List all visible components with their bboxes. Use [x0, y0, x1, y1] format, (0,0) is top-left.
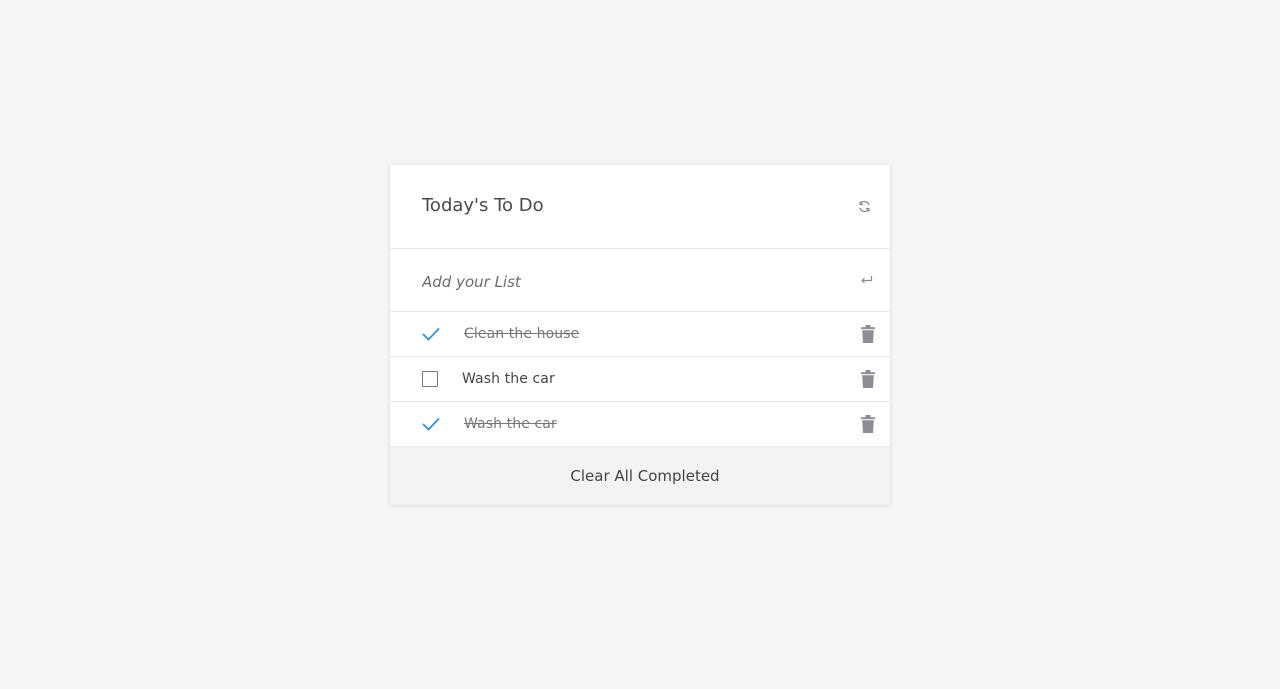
add-item-row [390, 249, 890, 312]
checkbox-icon[interactable] [422, 371, 438, 387]
card-header: Today's To Do [390, 165, 890, 249]
checkmark-icon[interactable] [422, 325, 440, 343]
trash-icon[interactable] [860, 324, 876, 344]
todo-card: Today's To Do Clean the house [390, 165, 890, 505]
todo-item: Wash the car [390, 357, 890, 402]
enter-return-icon[interactable] [859, 273, 873, 287]
checkmark-icon[interactable] [422, 415, 440, 433]
todo-item-label: Wash the car [462, 371, 555, 387]
clear-completed-button[interactable]: Clear All Completed [390, 447, 890, 505]
refresh-icon[interactable] [855, 198, 873, 216]
add-item-input[interactable] [422, 272, 822, 291]
clear-completed-label: Clear All Completed [570, 467, 720, 485]
todo-item-label: Wash the car [464, 416, 557, 432]
trash-icon[interactable] [860, 369, 876, 389]
todo-item: Clean the house [390, 312, 890, 357]
trash-icon[interactable] [860, 414, 876, 434]
todo-item: Wash the car [390, 402, 890, 447]
page-title: Today's To Do [422, 194, 544, 216]
todo-item-label: Clean the house [464, 326, 580, 342]
